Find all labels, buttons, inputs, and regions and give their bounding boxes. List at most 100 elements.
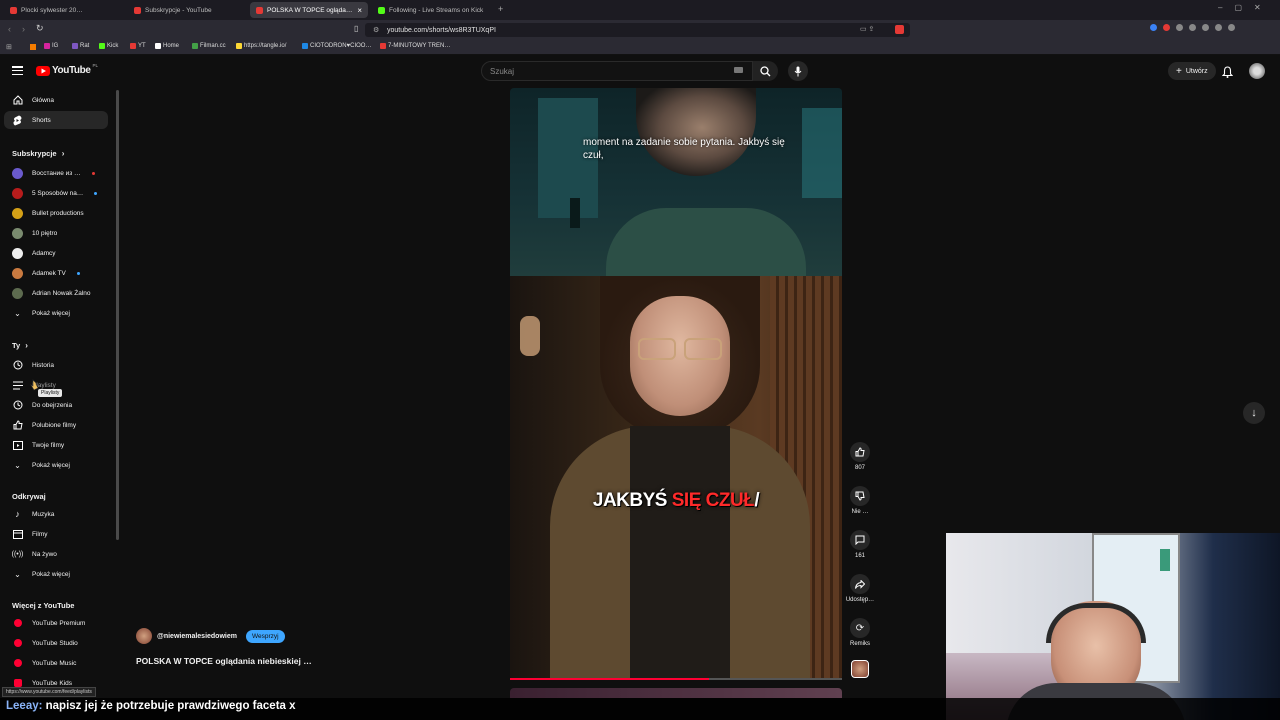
- youtube-music-icon: [12, 658, 23, 669]
- sidebar-item-watch-later[interactable]: Do obejrzenia: [4, 396, 108, 414]
- bookmark-item[interactable]: Kick: [99, 43, 118, 49]
- bookmark-favicon-icon: [72, 43, 78, 49]
- menu-icon[interactable]: [12, 66, 23, 75]
- bookmark-item[interactable]: Home: [155, 43, 179, 49]
- chevron-down-icon: ⌄: [14, 569, 21, 579]
- shorts-video-player[interactable]: moment na zadanie sobie pytania. Jakbyś …: [510, 88, 842, 680]
- sidebar-item-youtube-premium[interactable]: YouTube Premium: [4, 614, 108, 632]
- sidebar-item-home[interactable]: Główna: [4, 91, 108, 109]
- extensions-area[interactable]: [1150, 24, 1270, 34]
- subscriptions-header[interactable]: Subskrypcje ›: [12, 149, 64, 158]
- sidebar-item-subscription[interactable]: 5 Sposobów na…: [4, 184, 108, 202]
- sound-thumbnail[interactable]: [851, 660, 869, 678]
- bookmark-item[interactable]: Filman.cc: [192, 43, 226, 49]
- bookmark-item[interactable]: CIOTODRON♥CIOO…: [302, 43, 371, 49]
- dislike-button[interactable]: Nie …: [846, 486, 874, 515]
- next-short-preview[interactable]: [510, 688, 842, 698]
- channel-name[interactable]: @niewiemalesiedowiem: [157, 633, 237, 640]
- caption-top: moment na zadanie sobie pytania. Jakbyś …: [583, 137, 785, 161]
- sidebar-item-movies[interactable]: Filmy: [4, 525, 108, 543]
- kick-icon: [99, 43, 105, 49]
- search-button[interactable]: [753, 61, 778, 81]
- remix-icon: ⟳: [850, 618, 870, 638]
- youtube-logo[interactable]: YouTube PL: [36, 63, 98, 76]
- bookmark-item[interactable]: https://tangle.io/: [236, 43, 286, 49]
- bookmark-icon[interactable]: ▯: [354, 24, 358, 33]
- sidebar-item-subscription[interactable]: Adrian Nowak Żalno: [4, 284, 108, 302]
- sidebar-item-shorts[interactable]: Shorts: [4, 111, 108, 129]
- channel-info: @niewiemalesiedowiem Wesprzyj: [136, 628, 285, 644]
- status-bar-url: https://www.youtube.com/feed/playlists: [2, 687, 96, 697]
- site-info-icon[interactable]: ⚙: [373, 26, 379, 34]
- thumbs-up-icon: [12, 420, 23, 431]
- browser-tab[interactable]: Plocki sylwester 20…: [4, 2, 124, 18]
- bookmark-item[interactable]: Rat: [72, 43, 89, 49]
- brave-shield-icon[interactable]: [895, 25, 904, 34]
- share-icon: [850, 574, 870, 594]
- comments-button[interactable]: 161: [846, 530, 874, 559]
- plus-icon: +: [1176, 65, 1182, 77]
- bg-poster: [1160, 549, 1170, 571]
- sidebar-item-subscription[interactable]: 10 piętro: [4, 224, 108, 242]
- apps-grid-icon[interactable]: ⊞: [6, 43, 12, 51]
- thumbs-down-icon: [850, 486, 870, 506]
- browser-tab[interactable]: Subskrypcje - YouTube: [128, 2, 248, 18]
- sidebar-item-live[interactable]: ((•)) Na żywo: [4, 545, 108, 563]
- bookmark-favicon-icon[interactable]: [30, 44, 36, 50]
- search-input[interactable]: Szukaj: [481, 61, 753, 81]
- live-icon: ((•)): [11, 550, 24, 558]
- create-button[interactable]: + Utwórz: [1168, 62, 1216, 80]
- sidebar-item-music[interactable]: ♪ Muzyka: [4, 505, 108, 523]
- notifications-bell-icon[interactable]: [1221, 65, 1234, 83]
- sidebar-item-youtube-studio[interactable]: YouTube Studio: [4, 634, 108, 652]
- thumbs-up-icon: [850, 442, 870, 462]
- sidebar-item-your-videos[interactable]: Twoje filmy: [4, 436, 108, 454]
- avatar: [12, 187, 23, 199]
- page-action-icons[interactable]: ▭ ⇪: [860, 25, 874, 33]
- support-button[interactable]: Wesprzyj: [245, 629, 285, 643]
- sidebar-item-subscription[interactable]: Adamcy: [4, 244, 108, 262]
- bookmark-item[interactable]: 7-MINUTOWY TREN…: [380, 43, 450, 49]
- back-icon[interactable]: ‹: [8, 24, 11, 34]
- share-button[interactable]: Udostęp…: [846, 574, 874, 603]
- reload-icon[interactable]: ↻: [36, 23, 44, 34]
- browser-tab[interactable]: Following - Live Streams on Kick: [372, 2, 497, 18]
- sidebar-item-history[interactable]: Historia: [4, 356, 108, 374]
- sidebar-item-subscription[interactable]: Bullet productions: [4, 204, 108, 222]
- sidebar-item-subscription[interactable]: Восстание из …: [4, 164, 108, 182]
- live-indicator-icon: [91, 171, 95, 175]
- next-short-button[interactable]: ↓: [1243, 402, 1265, 424]
- more-from-youtube-header: Więcej z YouTube: [12, 601, 75, 610]
- caption-big: JAKBYŚ SIĘ CZUŁ/: [592, 490, 760, 511]
- voice-search-button[interactable]: [788, 61, 808, 81]
- sidebar-item-youtube-music[interactable]: YouTube Music: [4, 654, 108, 672]
- keyboard-icon[interactable]: [734, 67, 743, 73]
- video-progress-track[interactable]: [510, 678, 842, 680]
- forward-icon[interactable]: ›: [22, 24, 25, 34]
- show-more-explore[interactable]: ⌄ Pokaż więcej: [4, 565, 108, 583]
- new-tab-icon[interactable]: +: [498, 4, 503, 14]
- bookmark-item[interactable]: IG: [44, 43, 58, 49]
- browser-tab-active[interactable]: POLSKA W TOPCE ogląda… ×: [250, 2, 368, 18]
- bookmark-item[interactable]: YT: [130, 43, 146, 49]
- stream-chat-overlay: Leeay: napisz jej że potrzebuje prawdziw…: [0, 698, 1280, 720]
- remix-button[interactable]: ⟳ Remiks: [846, 618, 874, 647]
- sidebar-scrollbar[interactable]: [116, 90, 119, 540]
- show-more-you[interactable]: ⌄ Pokaż więcej: [4, 456, 108, 474]
- sidebar-item-liked-videos[interactable]: Polubione filmy: [4, 416, 108, 434]
- video-top-panel: moment na zadanie sobie pytania. Jakbyś …: [510, 88, 842, 288]
- address-bar[interactable]: ⚙ youtube.com/shorts/ws8R3TUXqPI ▭ ⇪: [365, 23, 910, 37]
- like-button[interactable]: 807: [846, 442, 874, 471]
- account-avatar[interactable]: [1249, 63, 1265, 79]
- chat-message: Leeay: napisz jej że potrzebuje prawdziw…: [6, 700, 296, 712]
- close-tab-icon[interactable]: ×: [357, 6, 362, 15]
- glasses-left: [638, 338, 676, 360]
- avatar: [12, 267, 23, 279]
- youtube-favicon-icon: [10, 6, 17, 14]
- channel-avatar[interactable]: [136, 628, 152, 644]
- window-controls[interactable]: –▢✕: [1218, 3, 1273, 12]
- sidebar-item-subscription[interactable]: Adamek TV: [4, 264, 108, 282]
- show-more-subscriptions[interactable]: ⌄ Pokaż więcej: [4, 304, 108, 322]
- you-header[interactable]: Ty ›: [12, 341, 28, 350]
- bg-figurine: [520, 316, 540, 356]
